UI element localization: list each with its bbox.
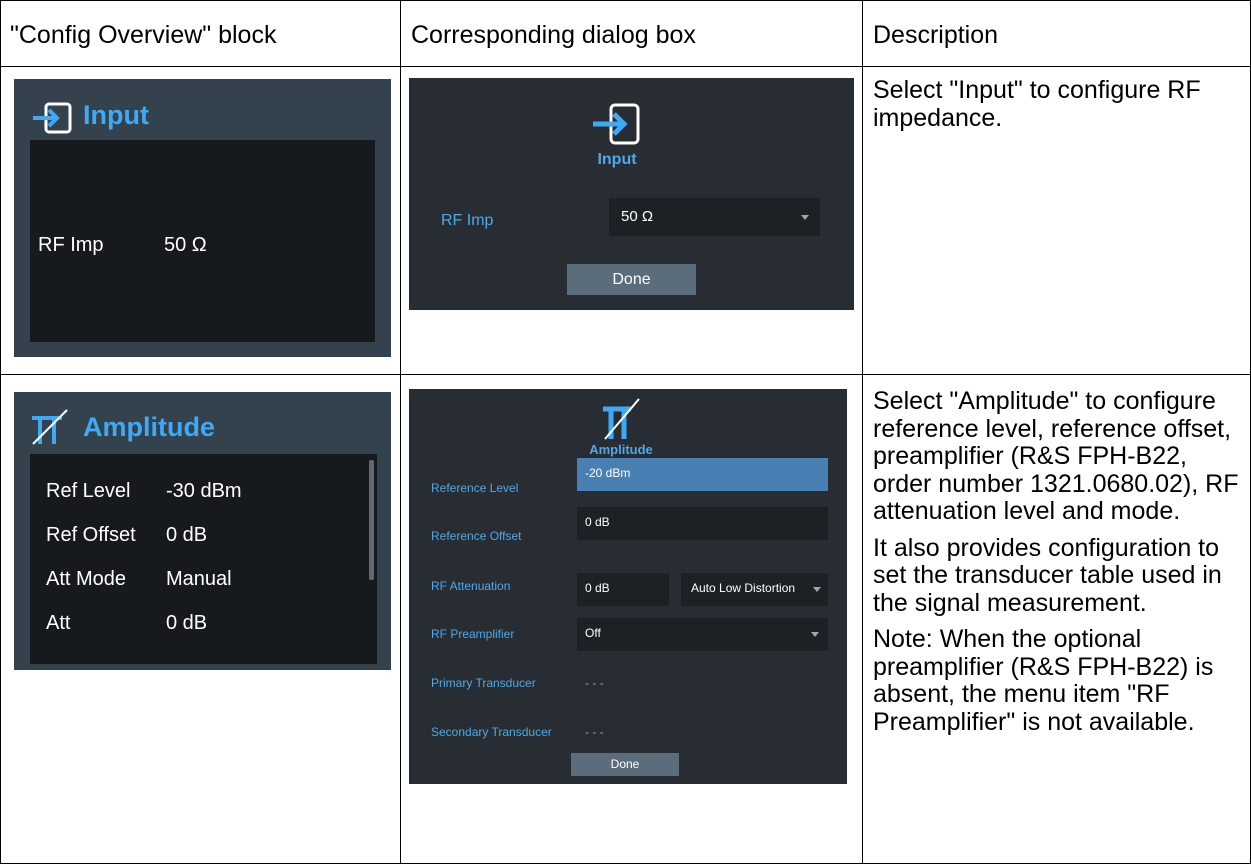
amplitude-dialog: Amplitude Reference Level -20 dBm Refere… xyxy=(409,389,847,784)
ref-offset-label: Ref Offset xyxy=(46,524,136,546)
input-overview-content: RF Imp 50 Ω xyxy=(30,140,375,342)
rf-imp-value: 50 Ω xyxy=(164,234,207,256)
rf-imp-select[interactable]: 50 Ω xyxy=(609,198,820,236)
reference-offset-input[interactable]: 0 dB xyxy=(577,507,828,540)
amplitude-overview-block[interactable]: Amplitude Ref Level -30 dBm Ref Offset 0… xyxy=(14,392,391,670)
header-dialog-box: Corresponding dialog box xyxy=(411,21,696,49)
input-dialog-icon xyxy=(593,103,640,145)
rf-attenuation-input[interactable]: 0 dB xyxy=(577,573,669,606)
rf-preamplifier-label: RF Preamplifier xyxy=(431,627,515,641)
amplitude-description-p1: Select "Amplitude" to configure referenc… xyxy=(873,387,1239,525)
att-value: 0 dB xyxy=(166,612,208,634)
scrollbar-thumb[interactable] xyxy=(369,460,374,580)
amplitude-description-p2: It also provides configuration to set th… xyxy=(873,533,1222,617)
amplitude-dialog-icon xyxy=(603,398,640,440)
rf-attenuation-mode-select[interactable]: Auto Low Distortion xyxy=(681,573,828,606)
rf-imp-label: RF Imp xyxy=(38,234,104,256)
amplitude-description: Select "Amplitude" to configure referenc… xyxy=(873,387,1245,745)
reference-offset-label: Reference Offset xyxy=(431,529,522,543)
amplitude-overview-title: Amplitude xyxy=(83,412,215,442)
att-label: Att xyxy=(46,612,71,634)
att-mode-value: Manual xyxy=(166,568,232,590)
primary-transducer-label: Primary Transducer xyxy=(431,676,536,690)
rf-imp-select-value: 50 Ω xyxy=(621,208,654,225)
amplitude-done-button[interactable]: Done xyxy=(571,753,679,776)
ref-offset-value: 0 dB xyxy=(166,524,208,546)
table-header-divider xyxy=(0,66,1251,67)
reference-level-input[interactable]: -20 dBm xyxy=(577,458,828,491)
input-icon xyxy=(33,102,72,134)
chevron-down-icon xyxy=(813,587,821,592)
rf-preamplifier-value: Off xyxy=(585,626,601,640)
input-overview-block[interactable]: Input RF Imp 50 Ω xyxy=(14,79,391,357)
chevron-down-icon xyxy=(801,215,809,220)
rf-attenuation-label: RF Attenuation xyxy=(431,579,511,593)
ref-level-label: Ref Level xyxy=(46,480,131,502)
chevron-down-icon xyxy=(811,632,819,637)
input-dialog-caption: Input xyxy=(597,151,637,168)
ref-level-value: -30 dBm xyxy=(166,480,242,502)
input-done-button[interactable]: Done xyxy=(567,264,696,295)
rf-preamplifier-select[interactable]: Off xyxy=(577,618,828,651)
header-config-overview: "Config Overview" block xyxy=(10,21,277,49)
rf-attenuation-mode-value: Auto Low Distortion xyxy=(691,581,796,595)
table-row-divider xyxy=(0,374,1251,375)
config-table: "Config Overview" block Corresponding di… xyxy=(0,0,1251,864)
input-overview-title: Input xyxy=(83,100,149,130)
input-description: Select "Input" to configure RF impedance… xyxy=(873,76,1201,132)
input-dialog-rf-imp-label: RF Imp xyxy=(441,212,494,229)
table-divider-1 xyxy=(400,0,401,864)
header-description: Description xyxy=(873,21,999,49)
amplitude-dialog-caption: Amplitude xyxy=(589,442,653,457)
table-border-left xyxy=(0,0,1,864)
primary-transducer-value[interactable]: - - - xyxy=(585,676,604,690)
amplitude-overview-content: Ref Level -30 dBm Ref Offset 0 dB Att Mo… xyxy=(30,454,377,664)
table-border-top xyxy=(0,0,1251,1)
secondary-transducer-label: Secondary Transducer xyxy=(431,725,552,739)
amplitude-icon xyxy=(32,409,68,445)
table-divider-2 xyxy=(862,0,863,864)
amplitude-description-p3: Note: When the optional preamplifier (R&… xyxy=(873,625,1214,736)
input-dialog: Input RF Imp 50 Ω Done xyxy=(409,78,854,310)
reference-level-label: Reference Level xyxy=(431,481,519,495)
att-mode-label: Att Mode xyxy=(46,568,127,590)
secondary-transducer-value[interactable]: - - - xyxy=(585,725,604,739)
